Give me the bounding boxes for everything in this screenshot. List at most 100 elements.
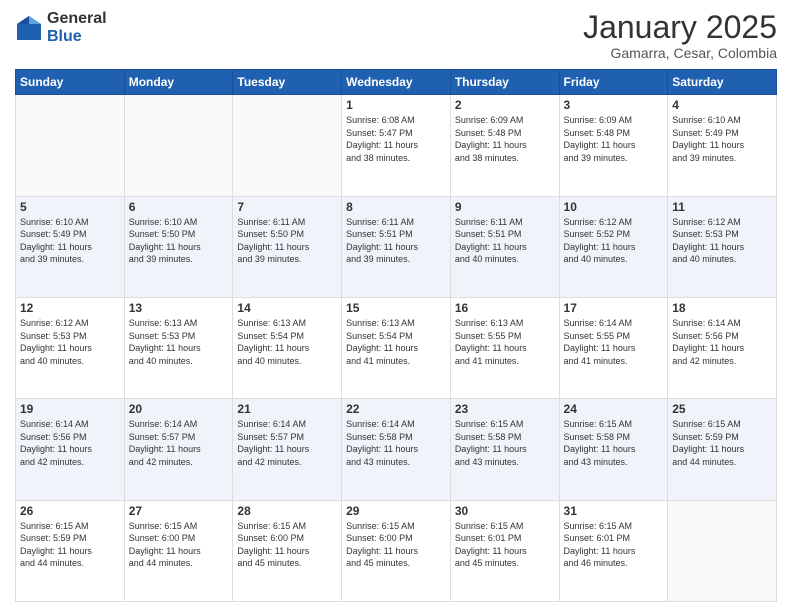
calendar-cell-5-1: 26 Sunrise: 6:15 AM Sunset: 5:59 PM Dayli… <box>16 500 125 601</box>
calendar-cell-1-7: 4 Sunrise: 6:10 AM Sunset: 5:49 PM Daylig… <box>668 95 777 196</box>
calendar-cell-2-4: 8Sunrise: 6:11 AM Sunset: 5:51 PM Daylig… <box>342 196 451 297</box>
calendar-cell-4-4: 22Sunrise: 6:14 AM Sunset: 5:58 PM Dayli… <box>342 399 451 500</box>
calendar-cell-2-2: 6 Sunrise: 6:10 AM Sunset: 5:50 PM Daylig… <box>124 196 233 297</box>
day-number: 13 <box>129 301 229 315</box>
day-number: 27 <box>129 504 229 518</box>
day-number: 15 <box>346 301 446 315</box>
day-number: 24 <box>564 402 664 416</box>
day-number: 8 <box>346 200 446 214</box>
calendar-cell-2-1: 5 Sunrise: 6:10 AM Sunset: 5:49 PM Daylig… <box>16 196 125 297</box>
day-info: Sunrise: 6:12 AM Sunset: 5:53 PM Dayligh… <box>672 216 772 266</box>
calendar-cell-2-7: 11 Sunrise: 6:12 AM Sunset: 5:53 PM Dayli… <box>668 196 777 297</box>
calendar-cell-3-1: 12 Sunrise: 6:12 AM Sunset: 5:53 PM Dayli… <box>16 297 125 398</box>
day-info: Sunrise: 6:12 AM Sunset: 5:52 PM Dayligh… <box>564 216 664 266</box>
day-number: 18 <box>672 301 772 315</box>
day-number: 3 <box>564 98 664 112</box>
day-number: 9 <box>455 200 555 214</box>
week-row-5: 26 Sunrise: 6:15 AM Sunset: 5:59 PM Dayli… <box>16 500 777 601</box>
logo-icon <box>15 14 43 42</box>
week-row-1: 1 Sunrise: 6:08 AM Sunset: 5:47 PM Daylig… <box>16 95 777 196</box>
day-info: Sunrise: 6:13 AM Sunset: 5:53 PM Dayligh… <box>129 317 229 367</box>
calendar-cell-3-6: 17Sunrise: 6:14 AM Sunset: 5:55 PM Dayli… <box>559 297 668 398</box>
calendar: SundayMondayTuesdayWednesdayThursdayFrid… <box>15 69 777 602</box>
calendar-cell-4-5: 23 Sunrise: 6:15 AM Sunset: 5:58 PM Dayli… <box>450 399 559 500</box>
weekday-header-tuesday: Tuesday <box>233 70 342 95</box>
calendar-cell-3-5: 16Sunrise: 6:13 AM Sunset: 5:55 PM Dayli… <box>450 297 559 398</box>
day-info: Sunrise: 6:13 AM Sunset: 5:55 PM Dayligh… <box>455 317 555 367</box>
calendar-cell-5-5: 30Sunrise: 6:15 AM Sunset: 6:01 PM Dayli… <box>450 500 559 601</box>
day-number: 1 <box>346 98 446 112</box>
day-number: 23 <box>455 402 555 416</box>
day-number: 14 <box>237 301 337 315</box>
day-info: Sunrise: 6:13 AM Sunset: 5:54 PM Dayligh… <box>237 317 337 367</box>
day-info: Sunrise: 6:15 AM Sunset: 6:00 PM Dayligh… <box>237 520 337 570</box>
day-info: Sunrise: 6:15 AM Sunset: 5:59 PM Dayligh… <box>20 520 120 570</box>
title-block: January 2025 Gamarra, Cesar, Colombia <box>583 10 777 61</box>
day-number: 29 <box>346 504 446 518</box>
calendar-cell-4-2: 20 Sunrise: 6:14 AM Sunset: 5:57 PM Dayli… <box>124 399 233 500</box>
day-info: Sunrise: 6:15 AM Sunset: 5:58 PM Dayligh… <box>564 418 664 468</box>
calendar-cell-3-3: 14 Sunrise: 6:13 AM Sunset: 5:54 PM Dayli… <box>233 297 342 398</box>
logo-general: General <box>47 10 107 28</box>
day-number: 4 <box>672 98 772 112</box>
day-number: 2 <box>455 98 555 112</box>
calendar-cell-4-1: 19Sunrise: 6:14 AM Sunset: 5:56 PM Dayli… <box>16 399 125 500</box>
calendar-cell-4-7: 25Sunrise: 6:15 AM Sunset: 5:59 PM Dayli… <box>668 399 777 500</box>
week-row-4: 19Sunrise: 6:14 AM Sunset: 5:56 PM Dayli… <box>16 399 777 500</box>
day-number: 20 <box>129 402 229 416</box>
calendar-cell-5-2: 27 Sunrise: 6:15 AM Sunset: 6:00 PM Dayli… <box>124 500 233 601</box>
day-number: 12 <box>20 301 120 315</box>
day-number: 6 <box>129 200 229 214</box>
weekday-header-friday: Friday <box>559 70 668 95</box>
day-info: Sunrise: 6:09 AM Sunset: 5:48 PM Dayligh… <box>455 114 555 164</box>
day-info: Sunrise: 6:11 AM Sunset: 5:50 PM Dayligh… <box>237 216 337 266</box>
day-number: 7 <box>237 200 337 214</box>
calendar-cell-5-4: 29Sunrise: 6:15 AM Sunset: 6:00 PM Dayli… <box>342 500 451 601</box>
day-info: Sunrise: 6:08 AM Sunset: 5:47 PM Dayligh… <box>346 114 446 164</box>
calendar-cell-1-4: 1 Sunrise: 6:08 AM Sunset: 5:47 PM Daylig… <box>342 95 451 196</box>
day-info: Sunrise: 6:10 AM Sunset: 5:50 PM Dayligh… <box>129 216 229 266</box>
header: General Blue January 2025 Gamarra, Cesar… <box>15 10 777 61</box>
day-info: Sunrise: 6:15 AM Sunset: 5:58 PM Dayligh… <box>455 418 555 468</box>
logo-blue: Blue <box>47 28 107 46</box>
day-info: Sunrise: 6:15 AM Sunset: 5:59 PM Dayligh… <box>672 418 772 468</box>
day-number: 31 <box>564 504 664 518</box>
day-number: 11 <box>672 200 772 214</box>
calendar-cell-1-6: 3Sunrise: 6:09 AM Sunset: 5:48 PM Daylig… <box>559 95 668 196</box>
day-number: 28 <box>237 504 337 518</box>
month-title: January 2025 <box>583 10 777 45</box>
day-number: 30 <box>455 504 555 518</box>
day-number: 10 <box>564 200 664 214</box>
day-info: Sunrise: 6:10 AM Sunset: 5:49 PM Dayligh… <box>20 216 120 266</box>
day-info: Sunrise: 6:15 AM Sunset: 6:01 PM Dayligh… <box>564 520 664 570</box>
day-number: 5 <box>20 200 120 214</box>
calendar-cell-3-4: 15 Sunrise: 6:13 AM Sunset: 5:54 PM Dayli… <box>342 297 451 398</box>
day-info: Sunrise: 6:12 AM Sunset: 5:53 PM Dayligh… <box>20 317 120 367</box>
day-info: Sunrise: 6:10 AM Sunset: 5:49 PM Dayligh… <box>672 114 772 164</box>
day-info: Sunrise: 6:14 AM Sunset: 5:56 PM Dayligh… <box>20 418 120 468</box>
day-info: Sunrise: 6:15 AM Sunset: 6:00 PM Dayligh… <box>129 520 229 570</box>
weekday-header-thursday: Thursday <box>450 70 559 95</box>
day-info: Sunrise: 6:14 AM Sunset: 5:56 PM Dayligh… <box>672 317 772 367</box>
calendar-cell-2-5: 9Sunrise: 6:11 AM Sunset: 5:51 PM Daylig… <box>450 196 559 297</box>
calendar-cell-4-6: 24 Sunrise: 6:15 AM Sunset: 5:58 PM Dayli… <box>559 399 668 500</box>
calendar-cell-5-7 <box>668 500 777 601</box>
logo: General Blue <box>15 10 107 45</box>
day-info: Sunrise: 6:14 AM Sunset: 5:57 PM Dayligh… <box>237 418 337 468</box>
calendar-cell-4-3: 21Sunrise: 6:14 AM Sunset: 5:57 PM Dayli… <box>233 399 342 500</box>
weekday-header-row: SundayMondayTuesdayWednesdayThursdayFrid… <box>16 70 777 95</box>
weekday-header-monday: Monday <box>124 70 233 95</box>
logo-text: General Blue <box>47 10 107 45</box>
day-info: Sunrise: 6:14 AM Sunset: 5:58 PM Dayligh… <box>346 418 446 468</box>
day-number: 26 <box>20 504 120 518</box>
calendar-cell-1-1 <box>16 95 125 196</box>
calendar-cell-5-3: 28 Sunrise: 6:15 AM Sunset: 6:00 PM Dayli… <box>233 500 342 601</box>
weekday-header-wednesday: Wednesday <box>342 70 451 95</box>
day-info: Sunrise: 6:14 AM Sunset: 5:57 PM Dayligh… <box>129 418 229 468</box>
weekday-header-sunday: Sunday <box>16 70 125 95</box>
calendar-cell-2-3: 7 Sunrise: 6:11 AM Sunset: 5:50 PM Daylig… <box>233 196 342 297</box>
calendar-cell-1-3 <box>233 95 342 196</box>
day-number: 17 <box>564 301 664 315</box>
day-info: Sunrise: 6:13 AM Sunset: 5:54 PM Dayligh… <box>346 317 446 367</box>
week-row-2: 5 Sunrise: 6:10 AM Sunset: 5:49 PM Daylig… <box>16 196 777 297</box>
